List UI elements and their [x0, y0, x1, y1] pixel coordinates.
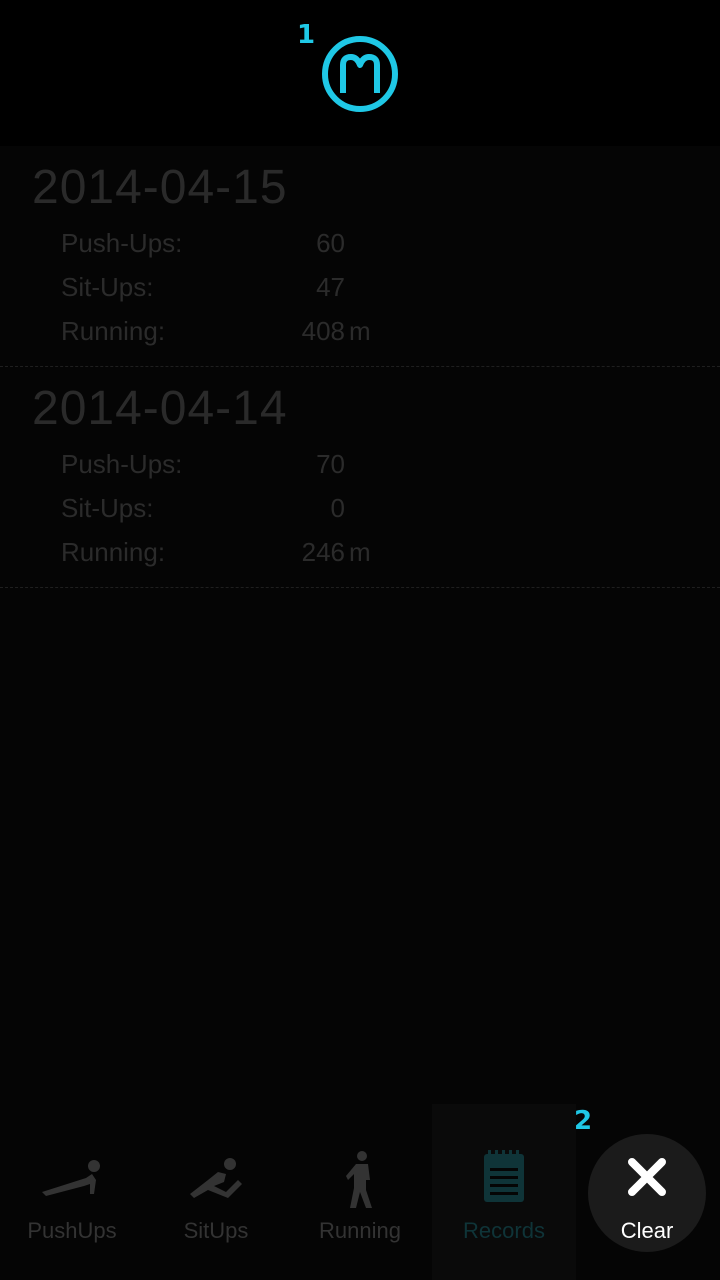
record-item: 2014-04-14 Push-Ups: 70 Sit-Ups: 0 Runni…	[0, 367, 720, 588]
stat-row-pushups: Push-Ups: 60	[61, 228, 401, 268]
record-item: 2014-04-15 Push-Ups: 60 Sit-Ups: 47 Runn…	[0, 146, 720, 367]
close-icon	[628, 1158, 666, 1196]
stat-value: 60	[316, 228, 345, 258]
marker-label-1: 1	[297, 20, 316, 50]
notepad-icon	[484, 1150, 524, 1202]
stat-label: Push-Ups:	[61, 449, 183, 479]
nav-label: Records	[463, 1218, 545, 1243]
stat-value: 0	[330, 493, 345, 523]
app-screen: 1 2014-04-15 Push-Ups: 60 Sit-Ups: 47 Ru…	[0, 0, 720, 1280]
nav-item-situps[interactable]: SitUps	[144, 1104, 288, 1280]
pushup-icon	[42, 1160, 100, 1196]
stat-label: Sit-Ups:	[61, 272, 154, 302]
stat-value: 47	[316, 272, 345, 302]
stat-label: Running:	[61, 537, 166, 567]
clear-button[interactable]: Clear	[588, 1134, 706, 1252]
records-list[interactable]: 2014-04-15 Push-Ups: 60 Sit-Ups: 47 Runn…	[0, 146, 720, 1104]
stat-row-running: Running: 408 m	[61, 316, 401, 356]
m-circle-logo-icon	[322, 36, 398, 112]
stat-row-pushups: Push-Ups: 70	[61, 449, 401, 489]
runner-icon	[346, 1151, 372, 1208]
stat-value: 70	[316, 449, 345, 479]
stat-label: Running:	[61, 316, 166, 346]
nav-label: PushUps	[27, 1218, 117, 1243]
stat-row-situps: Sit-Ups: 0	[61, 493, 401, 533]
nav-label: SitUps	[183, 1218, 249, 1243]
stat-row-situps: Sit-Ups: 47	[61, 272, 401, 312]
stat-value: 408	[301, 316, 345, 346]
nav-item-pushups[interactable]: PushUps	[0, 1104, 144, 1280]
record-date: 2014-04-15	[32, 161, 288, 214]
stat-unit: m	[349, 316, 371, 346]
clear-label: Clear	[620, 1218, 674, 1243]
stat-label: Sit-Ups:	[61, 493, 154, 523]
stat-row-running: Running: 246 m	[61, 537, 401, 577]
nav-label: Running	[319, 1218, 401, 1243]
stat-label: Push-Ups:	[61, 228, 183, 258]
stat-unit: m	[349, 537, 371, 567]
marker-label-2: 2	[574, 1106, 593, 1136]
nav-item-running[interactable]: Running	[288, 1104, 432, 1280]
situp-icon	[190, 1158, 242, 1198]
record-date: 2014-04-14	[32, 382, 288, 435]
header: 1	[0, 0, 720, 146]
nav-item-records[interactable]: Records	[432, 1104, 576, 1280]
stat-value: 246	[301, 537, 345, 567]
